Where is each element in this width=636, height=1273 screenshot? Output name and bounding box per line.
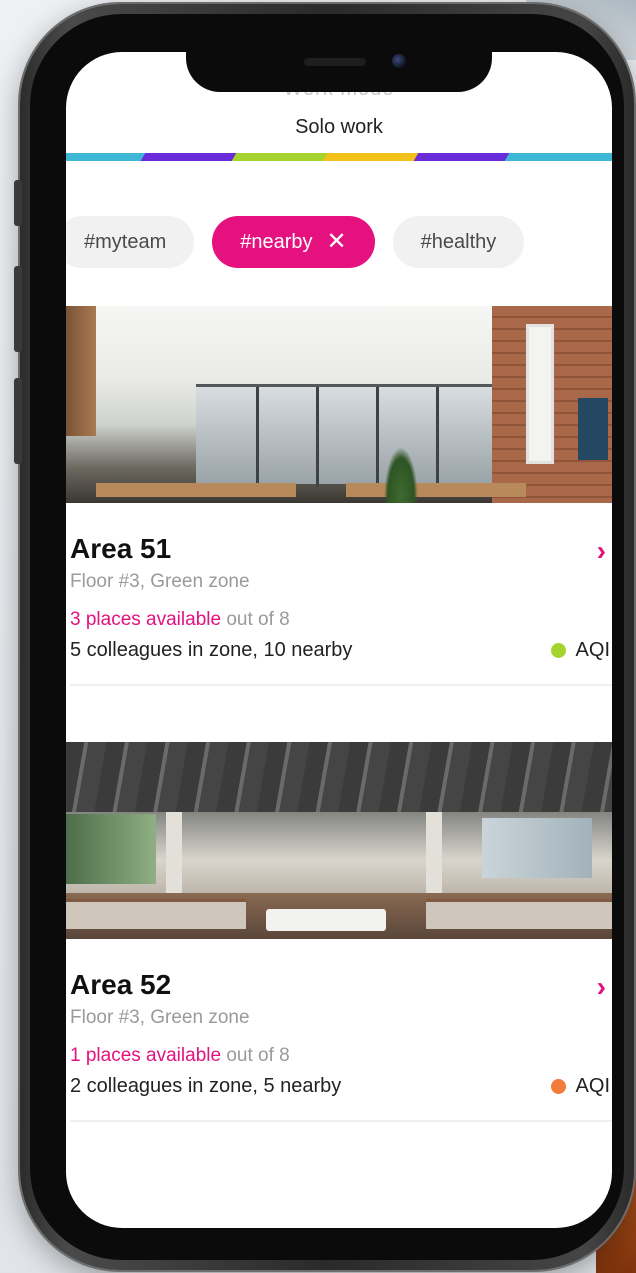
availability-text: 3 places available out of 8 xyxy=(70,609,612,631)
card-details: Area 51 › Floor #3, Green zone 3 places … xyxy=(66,503,612,686)
mute-switch xyxy=(14,180,22,226)
aqi-indicator: AQI xyxy=(550,1075,610,1098)
card-details: Area 52 › Floor #3, Green zone 1 places … xyxy=(66,939,612,1122)
aqi-label: AQI xyxy=(575,639,610,661)
phone-notch xyxy=(186,40,492,92)
divider xyxy=(70,684,612,686)
filter-chip-nearby[interactable]: #nearby ✕ xyxy=(212,216,375,268)
colleagues-count: 5 colleagues in zone, 10 nearby xyxy=(70,639,353,661)
filter-chip-label: #myteam xyxy=(84,230,167,253)
filter-chip-healthy[interactable]: #healthy xyxy=(392,216,525,268)
card-stats-row: 5 colleagues in zone, 10 nearby AQI xyxy=(70,639,612,662)
workspace-photo xyxy=(66,742,612,939)
stripe-segment xyxy=(504,153,612,161)
volume-down-button xyxy=(14,378,22,464)
page-title: Solo work xyxy=(295,116,383,138)
filter-chips: #myteam #nearby ✕ #healthy xyxy=(66,216,612,268)
card-location: Floor #3, Green zone xyxy=(70,1007,250,1028)
workspace-card-area-51[interactable]: Area 51 › Floor #3, Green zone 3 places … xyxy=(66,306,612,686)
speaker-grille xyxy=(304,58,366,66)
close-icon[interactable]: ✕ xyxy=(327,230,347,254)
availability-count: 1 places available xyxy=(70,1045,222,1066)
volume-up-button xyxy=(14,266,22,352)
front-camera xyxy=(392,54,406,68)
availability-total: out of 8 xyxy=(221,1045,290,1066)
card-title: Area 52 xyxy=(70,969,172,1000)
chevron-right-icon[interactable]: › xyxy=(597,535,606,567)
availability-total: out of 8 xyxy=(221,609,290,630)
aqi-indicator: AQI xyxy=(550,639,610,662)
aqi-status-dot-icon xyxy=(550,643,566,658)
availability-text: 1 places available out of 8 xyxy=(70,1045,612,1067)
chevron-right-icon[interactable]: › xyxy=(597,971,606,1003)
aqi-label: AQI xyxy=(575,1075,610,1097)
card-location: Floor #3, Green zone xyxy=(70,571,250,592)
workspace-photo xyxy=(66,306,612,503)
card-title: Area 51 xyxy=(70,533,172,564)
filter-chip-myteam[interactable]: #myteam xyxy=(66,216,195,268)
app-screen: Work mode Solo work #myteam #nearby ✕ #h… xyxy=(66,52,612,1228)
filter-chip-label: #healthy xyxy=(420,230,497,253)
filter-chip-label: #nearby xyxy=(240,230,313,253)
availability-count: 3 places available xyxy=(70,609,222,630)
aqi-status-dot-icon xyxy=(550,1079,566,1094)
card-stats-row: 2 colleagues in zone, 5 nearby AQI xyxy=(70,1075,612,1098)
color-stripe xyxy=(66,153,612,165)
colleagues-count: 2 colleagues in zone, 5 nearby xyxy=(70,1075,342,1097)
workspace-card-area-52[interactable]: Area 52 › Floor #3, Green zone 1 places … xyxy=(66,742,612,1122)
divider xyxy=(70,1120,612,1122)
